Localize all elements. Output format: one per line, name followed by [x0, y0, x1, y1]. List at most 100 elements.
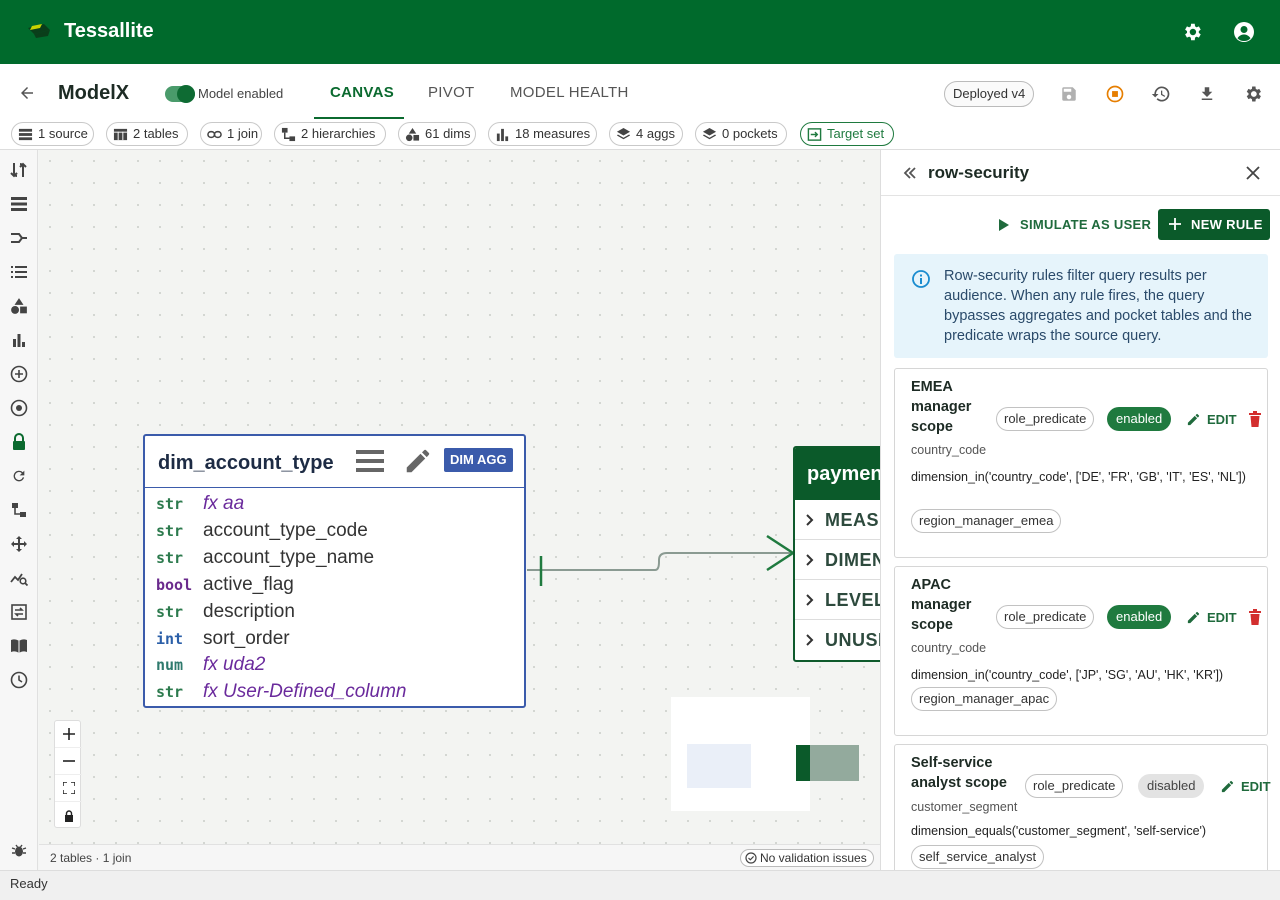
- rail-dimensions-button[interactable]: [9, 296, 29, 316]
- chip-joins[interactable]: 1 join: [200, 122, 262, 146]
- model-settings-button[interactable]: [1241, 82, 1265, 106]
- table-column-row[interactable]: num fx uda2: [156, 652, 516, 678]
- lock-canvas-button[interactable]: [55, 802, 82, 829]
- pencil-icon: [1221, 780, 1234, 793]
- rule-status-badge[interactable]: disabled: [1138, 774, 1205, 798]
- rule-card[interactable]: EMEA manager scope role_predicate enable…: [894, 368, 1268, 558]
- table-column-row[interactable]: bool active_flag: [156, 572, 516, 598]
- validation-label: No validation issues: [760, 851, 867, 865]
- model-name: ModelX: [58, 82, 130, 104]
- rail-measures-button[interactable]: [9, 330, 29, 350]
- settings-button[interactable]: [1176, 16, 1208, 48]
- account-button[interactable]: [1228, 16, 1260, 48]
- edit-rule-button[interactable]: EDIT: [1185, 411, 1237, 429]
- delete-icon[interactable]: [1248, 609, 1262, 625]
- back-button[interactable]: [14, 80, 40, 106]
- gear-icon: [1185, 23, 1201, 41]
- rule-status-badge[interactable]: enabled: [1107, 407, 1172, 431]
- minimap[interactable]: [671, 697, 810, 811]
- section-unused[interactable]: UNUSI: [795, 620, 880, 660]
- chip-aggs[interactable]: 4 aggs: [609, 122, 683, 146]
- simulate-as-user-button[interactable]: SIMULATE AS USER: [994, 214, 1151, 236]
- deploy-status-chip[interactable]: Deployed v4: [944, 81, 1035, 107]
- rule-expression: dimension_in('country_code', ['JP', 'SG'…: [911, 668, 1224, 682]
- chip-measures[interactable]: 18 measures: [488, 122, 597, 146]
- zoom-in-button[interactable]: [55, 721, 82, 748]
- section-levels[interactable]: LEVEL: [795, 580, 880, 620]
- chip-label: 2 tables: [133, 126, 179, 141]
- download-icon: [1201, 87, 1213, 100]
- fit-view-button[interactable]: [55, 775, 82, 802]
- model-enabled-label: Model enabled: [198, 86, 284, 101]
- chip-tables[interactable]: 2 tables: [106, 122, 188, 146]
- zoom-out-button[interactable]: [55, 748, 82, 775]
- new-rule-button[interactable]: NEW RULE: [1158, 209, 1270, 240]
- rule-dimension: country_code: [911, 443, 987, 457]
- rail-tables-button[interactable]: [9, 194, 29, 214]
- tab-pivot[interactable]: PIVOT: [428, 84, 475, 101]
- rail-lineage-button[interactable]: [9, 500, 29, 520]
- table-node-dim-account-type[interactable]: dim_account_type DIM AGG str fx aa str acc…: [143, 434, 526, 708]
- download-button[interactable]: [1195, 82, 1219, 106]
- edit-rule-button[interactable]: EDIT: [1219, 778, 1271, 796]
- column-name: sort_order: [203, 628, 290, 649]
- chip-dims[interactable]: 61 dims: [398, 122, 476, 146]
- table-column-row[interactable]: str account_type_code: [156, 518, 516, 544]
- rail-refresh-button[interactable]: [9, 466, 29, 486]
- edit-rule-button[interactable]: EDIT: [1185, 609, 1237, 627]
- rail-security-button[interactable]: [9, 432, 29, 452]
- table-column-row[interactable]: str fx User-Defined_column: [156, 679, 516, 705]
- rule-status-badge[interactable]: enabled: [1107, 605, 1172, 629]
- chip-target-set[interactable]: Target set: [800, 122, 894, 146]
- rail-schedule-button[interactable]: [9, 670, 29, 690]
- shapes-icon: [405, 127, 420, 142]
- rail-move-button[interactable]: [9, 534, 29, 554]
- rule-card[interactable]: APAC manager scope role_predicate enable…: [894, 566, 1268, 736]
- stop-button[interactable]: [1103, 82, 1127, 106]
- rail-debug-button[interactable]: [9, 840, 29, 860]
- tab-canvas[interactable]: CANVAS: [330, 84, 394, 101]
- model-enabled-toggle[interactable]: [165, 85, 195, 103]
- chip-hierarchies[interactable]: 2 hierarchies: [274, 122, 386, 146]
- menu-icon[interactable]: [356, 448, 384, 474]
- table-column-row[interactable]: str description: [156, 599, 516, 625]
- section-dimensions[interactable]: DIMEN: [795, 540, 880, 580]
- chip-label: 18 measures: [515, 126, 591, 141]
- rail-add-button[interactable]: [9, 364, 29, 384]
- chip-pockets[interactable]: 0 pockets: [695, 122, 787, 146]
- table-column-row[interactable]: str fx aa: [156, 491, 516, 517]
- rule-type-chip: role_predicate: [996, 605, 1095, 629]
- table-node-payment[interactable]: paymen MEASU DIMEN LEVEL UNUSI: [793, 446, 880, 662]
- row-security-panel: row-security SIMULATE AS USER NEW RULE R…: [880, 150, 1280, 870]
- validation-chip[interactable]: No validation issues: [740, 849, 874, 867]
- table-column-row[interactable]: int sort_order: [156, 626, 516, 652]
- rail-hierarchies-button[interactable]: [9, 262, 29, 282]
- section-measures[interactable]: MEASU: [795, 500, 880, 540]
- rail-docs-button[interactable]: [9, 636, 29, 656]
- model-canvas[interactable]: dim_account_type DIM AGG str fx aa str acc…: [39, 150, 880, 870]
- close-icon[interactable]: [1245, 165, 1261, 181]
- rail-analyze-button[interactable]: [9, 568, 29, 588]
- rail-joins-button[interactable]: [9, 228, 29, 248]
- move-icon: [11, 536, 27, 552]
- model-summary-chips: 1 source 2 tables 1 join 2 hierarchies 6…: [0, 120, 1280, 150]
- rail-sources-button[interactable]: [9, 160, 29, 180]
- double-chevron-left-icon[interactable]: [902, 165, 918, 181]
- play-icon: [999, 219, 1009, 231]
- table-column-row[interactable]: str account_type_name: [156, 545, 516, 571]
- chip-sources[interactable]: 1 source: [11, 122, 94, 146]
- history-button[interactable]: [1149, 82, 1173, 106]
- delete-icon[interactable]: [1248, 411, 1262, 427]
- save-button[interactable]: [1057, 82, 1081, 106]
- rule-type-chip: role_predicate: [1025, 774, 1124, 798]
- pencil-icon[interactable]: [403, 446, 433, 476]
- rail-export-button[interactable]: [9, 602, 29, 622]
- app-logo-icon: [28, 24, 50, 38]
- rule-card[interactable]: Self-service analyst scope role_predicat…: [894, 744, 1271, 870]
- rail-aggregates-button[interactable]: [9, 398, 29, 418]
- numbered-list-icon: [11, 266, 27, 278]
- fullscreen-icon: [62, 782, 75, 794]
- column-type: str: [156, 549, 184, 567]
- simulate-label: SIMULATE AS USER: [1020, 217, 1152, 232]
- tab-model-health[interactable]: MODEL HEALTH: [510, 84, 629, 101]
